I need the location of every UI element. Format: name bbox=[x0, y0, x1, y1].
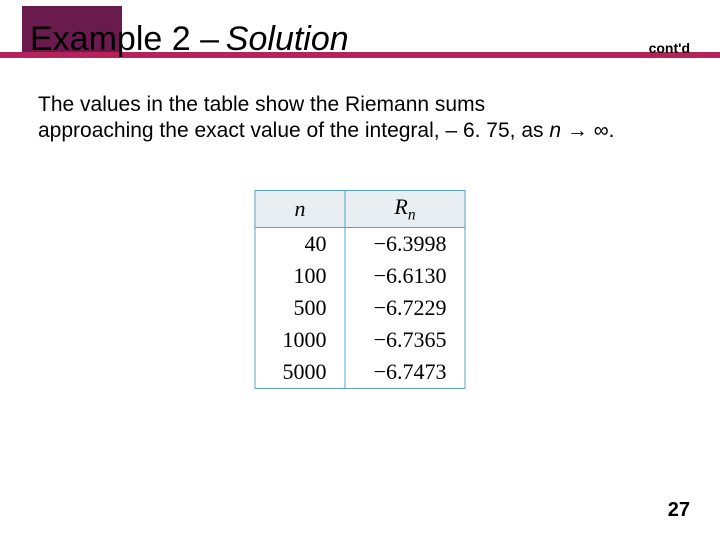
table-row: 40 −6.3998 bbox=[255, 228, 465, 261]
cell-n: 500 bbox=[255, 292, 345, 324]
arrow-inf: → ∞ bbox=[561, 119, 609, 142]
cell-Rn: −6.3998 bbox=[345, 228, 465, 261]
explanation-paragraph: The values in the table show the Riemann… bbox=[38, 92, 680, 145]
cell-Rn: −6.7365 bbox=[345, 324, 465, 356]
continued-label: cont'd bbox=[649, 40, 690, 56]
slide-title: Example 2 – Solution bbox=[30, 20, 349, 59]
cell-n: 100 bbox=[255, 260, 345, 292]
riemann-table-wrap: n Rn 40 −6.3998 100 −6.6130 500 −6.7229 … bbox=[255, 190, 466, 389]
riemann-table: n Rn 40 −6.3998 100 −6.6130 500 −6.7229 … bbox=[255, 190, 466, 389]
cell-Rn: −6.6130 bbox=[345, 260, 465, 292]
title-italic: Solution bbox=[226, 20, 349, 59]
table-header-row: n Rn bbox=[255, 191, 465, 228]
table-row: 500 −6.7229 bbox=[255, 292, 465, 324]
cell-Rn: −6.7229 bbox=[345, 292, 465, 324]
page-number: 27 bbox=[668, 499, 690, 522]
table-row: 100 −6.6130 bbox=[255, 260, 465, 292]
cell-n: 1000 bbox=[255, 324, 345, 356]
var-n: n bbox=[549, 119, 561, 142]
col-n: n bbox=[255, 191, 345, 228]
cell-n: 40 bbox=[255, 228, 345, 261]
body-line1: The values in the table show the Riemann… bbox=[38, 93, 485, 116]
table-row: 5000 −6.7473 bbox=[255, 356, 465, 389]
cell-n: 5000 bbox=[255, 356, 345, 389]
body-line2a: approaching the exact value of the integ… bbox=[38, 119, 549, 142]
period: . bbox=[609, 119, 615, 142]
title-plain: Example 2 – bbox=[30, 20, 219, 59]
cell-Rn: −6.7473 bbox=[345, 356, 465, 389]
table-row: 1000 −6.7365 bbox=[255, 324, 465, 356]
col-Rn: Rn bbox=[345, 191, 465, 228]
